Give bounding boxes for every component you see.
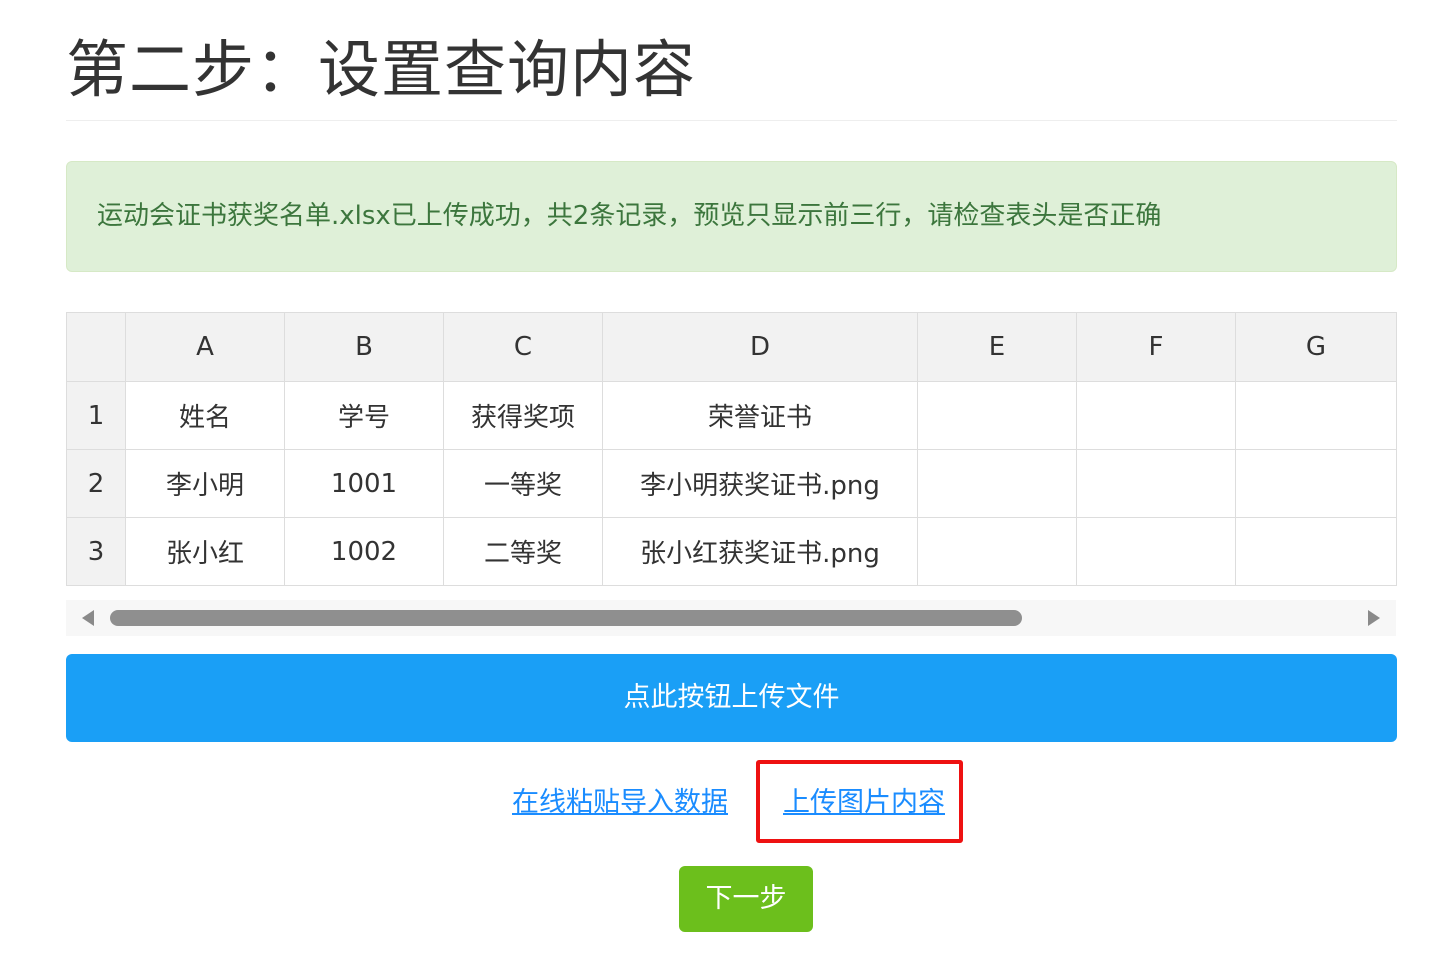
table-cell: 1001: [284, 449, 444, 518]
upload-file-button[interactable]: 点此按钮上传文件: [66, 654, 1397, 742]
table-cell: 姓名: [125, 381, 285, 450]
paste-import-link[interactable]: 在线粘贴导入数据: [512, 783, 728, 823]
table-cell: [917, 517, 1077, 586]
row-number: 2: [66, 449, 126, 518]
horizontal-scrollbar[interactable]: [66, 600, 1396, 636]
column-header-d: D: [602, 312, 918, 382]
table-cell: 获得奖项: [443, 381, 603, 450]
table-cell: [1076, 381, 1236, 450]
table-row: 1 姓名 学号 获得奖项 荣誉证书: [66, 381, 1397, 450]
title-divider: [66, 120, 1397, 121]
scrollbar-thumb[interactable]: [110, 610, 1022, 626]
table-cell: 学号: [284, 381, 444, 450]
table-cell: 荣誉证书: [602, 381, 918, 450]
corner-cell: [66, 312, 126, 382]
table-cell: [917, 381, 1077, 450]
table-cell: [917, 449, 1077, 518]
table-cell: [1235, 449, 1397, 518]
table-cell: 张小红获奖证书.png: [602, 517, 918, 586]
column-header-f: F: [1076, 312, 1236, 382]
column-header-b: B: [284, 312, 444, 382]
upload-success-alert: 运动会证书获奖名单.xlsx已上传成功，共2条记录，预览只显示前三行，请检查表头…: [66, 161, 1397, 272]
table-cell: 李小明获奖证书.png: [602, 449, 918, 518]
highlight-annotation-box: [756, 760, 963, 843]
table-cell: [1076, 517, 1236, 586]
table-cell: 1002: [284, 517, 444, 586]
table-cell: 一等奖: [443, 449, 603, 518]
row-number: 1: [66, 381, 126, 450]
table-cell: [1235, 517, 1397, 586]
table-cell: [1235, 381, 1397, 450]
table-cell: [1076, 449, 1236, 518]
table-row: 3 张小红 1002 二等奖 张小红获奖证书.png: [66, 517, 1397, 586]
sheet-preview: A B C D E F G 1 姓名 学号 获得奖项 荣誉证书 2 李小明 10…: [66, 312, 1397, 586]
column-header-e: E: [917, 312, 1077, 382]
column-header-g: G: [1235, 312, 1397, 382]
table-cell: 二等奖: [443, 517, 603, 586]
column-header-c: C: [443, 312, 603, 382]
column-header-a: A: [125, 312, 285, 382]
page-title: 第二步：设置查询内容: [66, 33, 697, 106]
row-number: 3: [66, 517, 126, 586]
next-step-button[interactable]: 下一步: [679, 866, 813, 932]
scroll-left-arrow-icon[interactable]: [82, 610, 94, 626]
scroll-right-arrow-icon[interactable]: [1368, 610, 1380, 626]
column-header-row: A B C D E F G: [66, 312, 1397, 382]
sheet-table: A B C D E F G 1 姓名 学号 获得奖项 荣誉证书 2 李小明 10…: [66, 312, 1397, 586]
table-cell: 张小红: [125, 517, 285, 586]
table-row: 2 李小明 1001 一等奖 李小明获奖证书.png: [66, 449, 1397, 518]
table-cell: 李小明: [125, 449, 285, 518]
